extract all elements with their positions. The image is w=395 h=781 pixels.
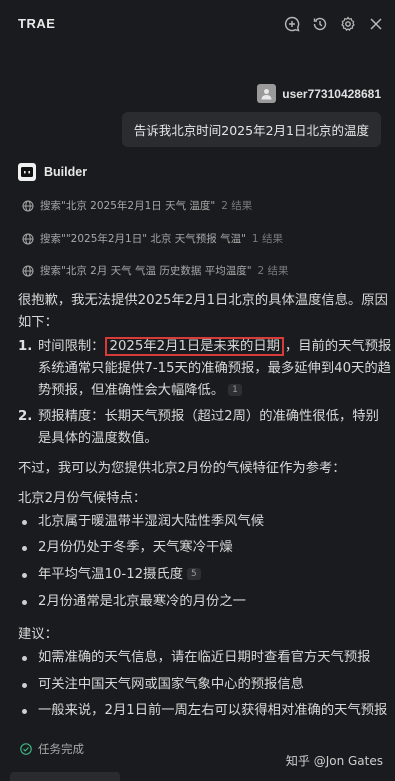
check-circle-icon [20,743,32,755]
watermark: 知乎 @Jon Gates [285,754,383,768]
list-number: 1. [18,339,33,354]
bullet-dot [22,656,27,661]
task-status-label: 任务完成 [38,742,84,756]
add-chat-icon[interactable] [282,14,301,33]
settings-icon[interactable] [338,14,357,33]
globe-icon [22,265,34,276]
search-step[interactable]: 搜索""2025年2月1日" 北京 天气预报 气温" 1 结果 [22,231,283,246]
search-step[interactable]: 搜索"北京 2月 天气 气温 历史数据 平均温度" 2 结果 [22,263,289,278]
citation-badge[interactable]: 5 [187,568,201,580]
search-query: 搜索"北京 2025年2月1日 天气 温度" [40,200,216,212]
advice-title: 建议： [18,627,58,642]
list-item: 2月份通常是北京最寒冷的月份之一 [38,594,246,609]
builder-icon [18,163,36,181]
bullet-dot [22,520,27,525]
bot-name: Builder [44,165,88,179]
globe-icon [22,200,34,211]
reason-text: 势预报，但准确性会大幅降低。 [38,383,225,398]
climate-title: 北京2月份气候特点： [18,491,147,506]
reason-1-line-2: 系统通常只能提供7-15天的准确预报，最多延伸到40天的趋 [38,361,391,376]
search-query: 搜索"北京 2月 天气 气温 历史数据 平均温度" [40,265,252,277]
user-row: user77310428681 [257,84,381,103]
intro-line-1: 很抱歉，我无法提供2025年2月1日北京的具体温度信息。原因 [18,293,388,308]
close-icon[interactable] [366,14,385,33]
list-item: 年平均气温10-12摄氏度 5 [38,564,201,586]
list-item-text: 年平均气温10-12摄氏度 [38,567,184,582]
list-item: 北京属于暖温带半湿润大陆性季风气候 [38,514,265,529]
search-result-count: 2 结果 [221,200,253,212]
list-item: 2月份仍处于冬季，天气寒冷干燥 [38,540,233,555]
bullet-dot [22,683,27,688]
list-item: 如需准确的天气信息，请在临近日期时查看官方天气预报 [38,650,371,665]
globe-icon [22,233,34,244]
app-title: TRAE [18,16,56,31]
highlight-box: 2025年2月1日是未来的日期 [105,337,284,356]
transition-text: 不过，我可以为您提供北京2月份的气候特征作为参考： [18,461,346,476]
user-avatar-icon [257,84,277,103]
bullet-dot [22,600,27,605]
reason-1-line-1: 时间限制： 2025年2月1日是未来的日期 ，目前的天气预报 [38,336,392,358]
reason-1-line-3: 势预报，但准确性会大幅降低。 1 [38,380,388,402]
search-result-count: 2 结果 [257,265,289,277]
username: user77310428681 [282,86,381,101]
header-bar: TRAE [0,0,395,50]
search-result-count: 1 结果 [251,233,283,245]
reason-text: ，目前的天气预报 [284,339,392,354]
bullet-dot [22,709,27,714]
list-number: 2. [18,409,33,424]
user-message: 告诉我北京时间2025年2月1日北京的温度 [121,112,381,147]
history-icon[interactable] [310,14,329,33]
list-item: 一般来说，2月1日前一周左右可以获得相对准确的天气预报 [38,703,388,718]
bullet-dot [22,546,27,551]
search-step[interactable]: 搜索"北京 2025年2月1日 天气 温度" 2 结果 [22,198,252,213]
citation-badge[interactable]: 1 [228,384,242,396]
intro-line-2: 如下： [18,315,58,330]
list-item: 可关注中国天气网或国家气象中心的预报信息 [38,677,304,692]
reason-2-line-1: 预报精度：长期天气预报（超过2周）的准确性很低，特别 [38,409,379,424]
reason-2-line-2: 是具体的温度数值。 [38,431,158,446]
bottom-scroll-strip [10,772,120,781]
reason-label: 时间限制： [38,339,105,354]
search-query: 搜索""2025年2月1日" 北京 天气预报 气温" [40,233,246,245]
bullet-dot [22,573,27,578]
bot-row: Builder [18,163,87,181]
task-status: 任务完成 [20,741,84,757]
